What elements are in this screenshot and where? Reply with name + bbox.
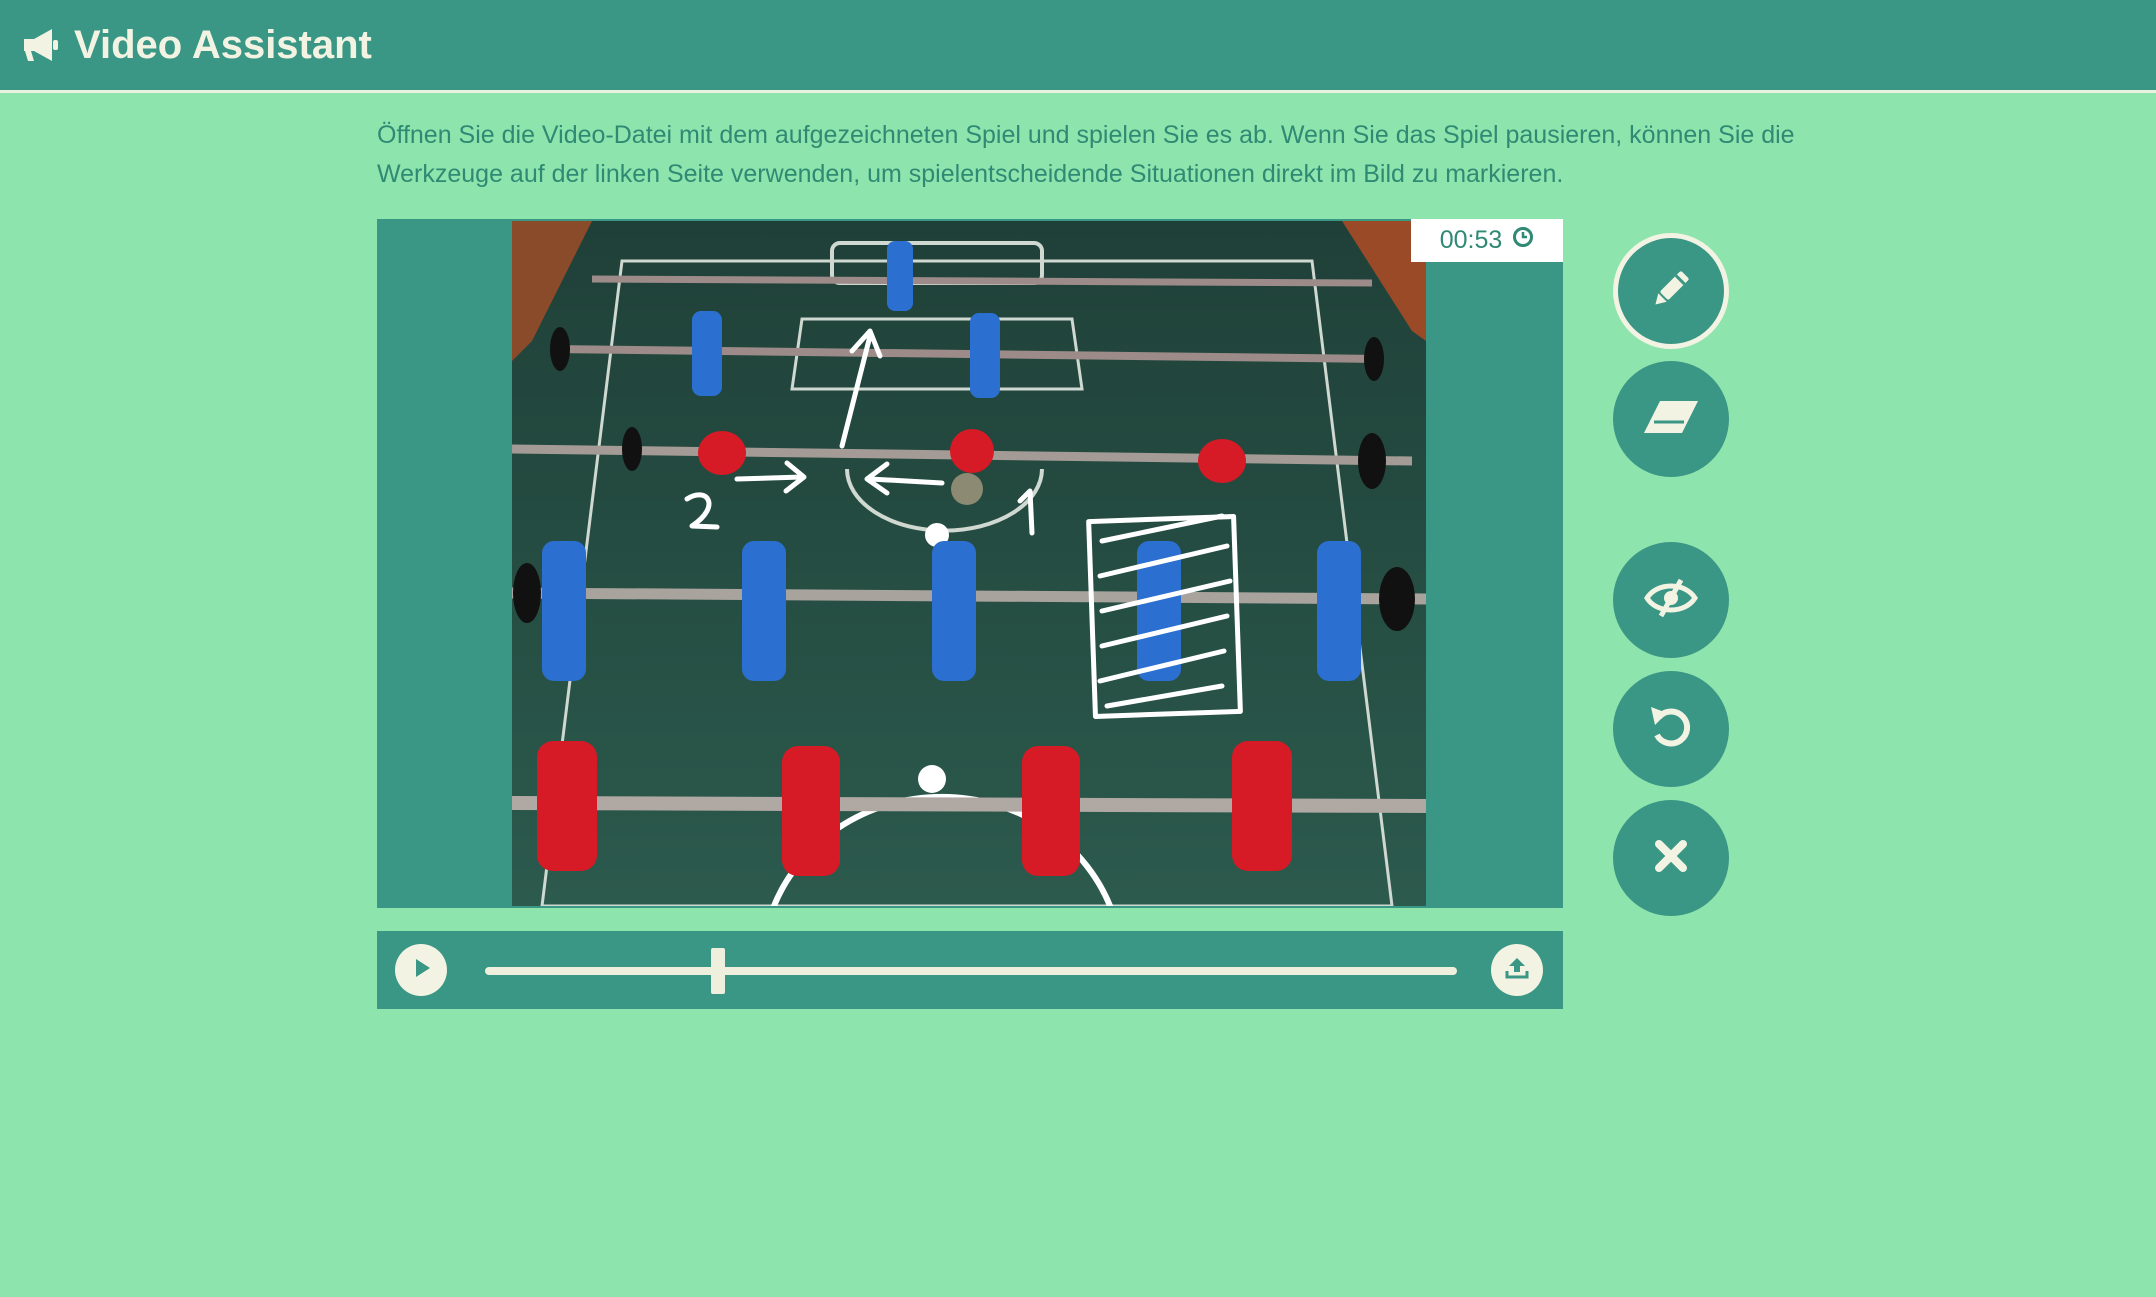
clock-icon (1512, 226, 1534, 255)
seek-slider-handle[interactable] (711, 948, 726, 994)
video-player: 00:53 (377, 219, 1563, 908)
close-icon (1651, 836, 1691, 881)
playback-controls (377, 931, 1563, 1009)
eraser-icon (1642, 397, 1700, 442)
eraser-tool-button[interactable] (1613, 361, 1729, 477)
hide-annotations-button[interactable] (1613, 542, 1729, 658)
pencil-icon (1645, 263, 1697, 320)
seek-slider-track[interactable] (485, 967, 1457, 975)
timestamp-text: 00:53 (1439, 226, 1503, 254)
upload-button[interactable] (1491, 944, 1543, 996)
intro-text: Öffnen Sie die Video-Datei mit dem aufge… (377, 121, 1795, 188)
undo-button[interactable] (1613, 671, 1729, 787)
play-button[interactable] (395, 944, 447, 996)
pencil-tool-button[interactable] (1613, 233, 1729, 349)
close-button[interactable] (1613, 800, 1729, 916)
app-title: Video Assistant (74, 22, 372, 67)
video-frame[interactable] (512, 221, 1426, 906)
timestamp-display: 00:53 (1411, 219, 1563, 262)
upload-icon (1503, 954, 1531, 987)
play-icon (408, 955, 434, 986)
megaphone-icon (20, 24, 62, 66)
undo-icon (1645, 701, 1697, 758)
app-header: Video Assistant (0, 0, 2156, 93)
eye-slash-icon (1643, 576, 1699, 625)
